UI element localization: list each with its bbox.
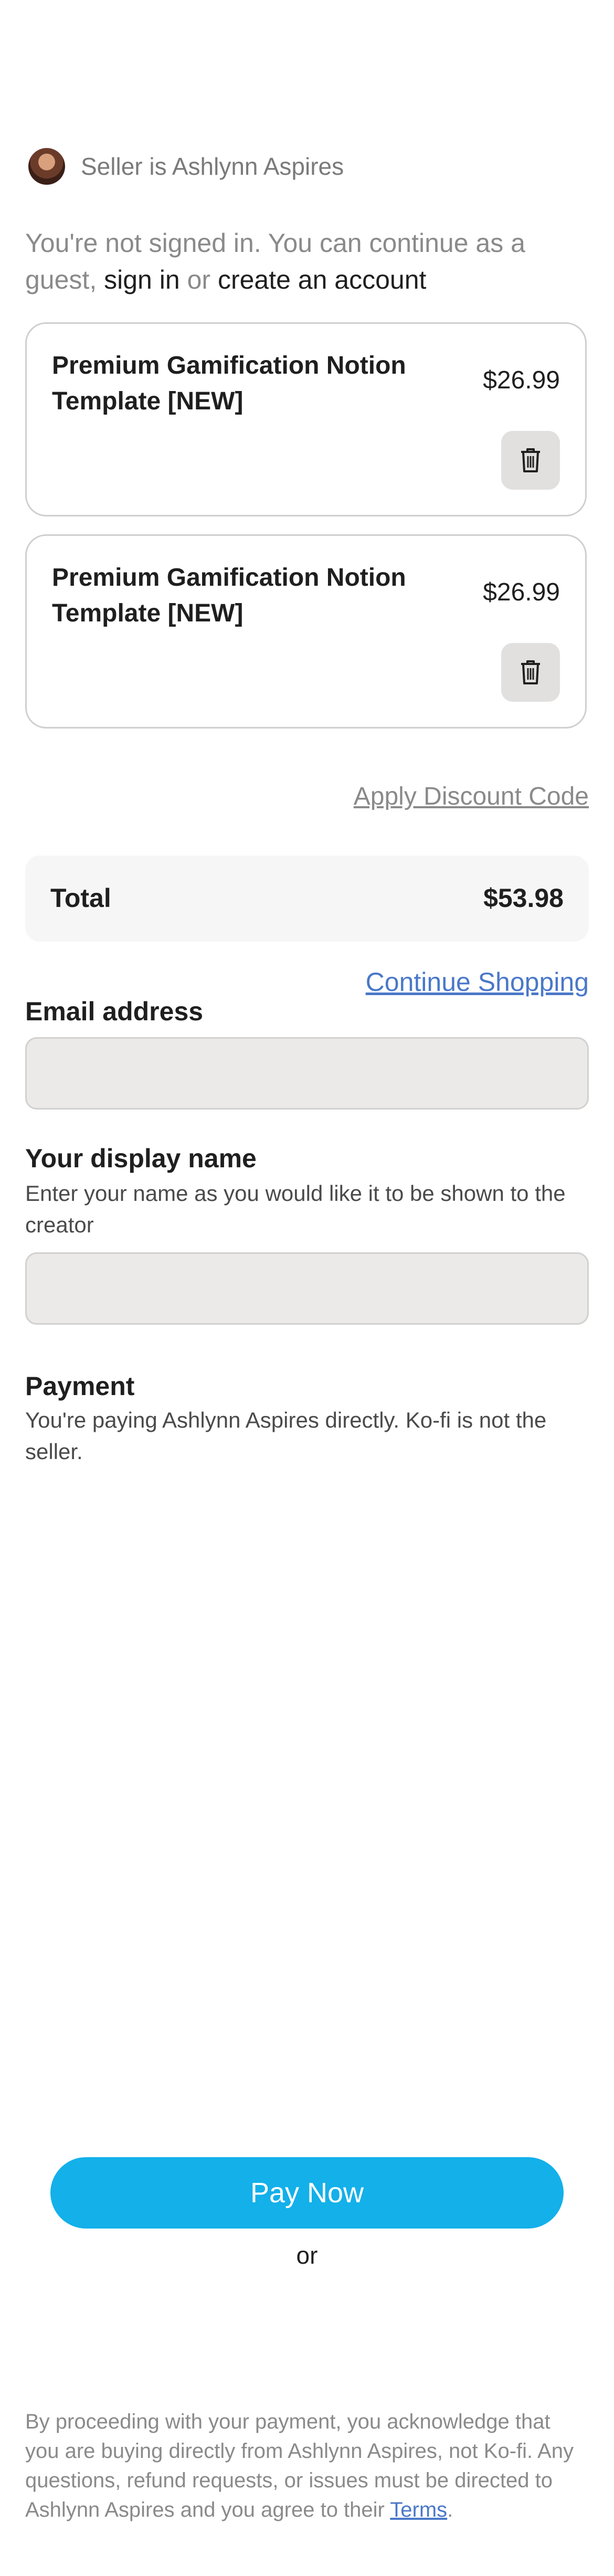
remove-item-button[interactable] xyxy=(501,643,560,702)
trash-icon xyxy=(521,448,540,472)
seller-name: Seller is Ashlynn Aspires xyxy=(81,153,344,180)
email-label: Email address xyxy=(25,997,204,1026)
trash-icon xyxy=(521,660,540,684)
legal-end: . xyxy=(447,2498,453,2521)
cart-item-title: Premium Gamification Notion Template [NE… xyxy=(52,352,406,415)
total-box: Total $53.98 xyxy=(25,856,589,942)
payment-label: Payment xyxy=(25,1371,135,1401)
cart-item-title: Premium Gamification Notion Template [NE… xyxy=(52,564,406,627)
remove-item-button[interactable] xyxy=(501,431,560,490)
legal-text: By proceeding with your payment, you ack… xyxy=(25,2410,574,2521)
terms-link[interactable]: Terms xyxy=(390,2498,447,2521)
cart-item: Premium Gamification Notion Template [NE… xyxy=(25,534,587,729)
display-name-label: Your display name xyxy=(25,1144,257,1173)
cart-item-price: $26.99 xyxy=(483,366,560,394)
or-divider: or xyxy=(296,2242,318,2269)
email-field[interactable] xyxy=(25,1037,589,1110)
total-value: $53.98 xyxy=(483,883,564,913)
signin-notice: You're not signed in. You can continue a… xyxy=(25,225,589,298)
seller-avatar[interactable] xyxy=(28,148,65,185)
payment-help: You're paying Ashlynn Aspires directly. … xyxy=(25,1408,547,1464)
signin-or: or xyxy=(187,265,211,294)
display-name-field[interactable] xyxy=(25,1252,589,1325)
display-name-help: Enter your name as you would like it to … xyxy=(25,1181,566,1237)
continue-shopping-link[interactable]: Continue Shopping xyxy=(366,967,589,997)
legal-notice: By proceeding with your payment, you ack… xyxy=(25,2407,589,2525)
sign-in-link[interactable]: sign in xyxy=(104,265,180,294)
apply-discount-link[interactable]: Apply Discount Code xyxy=(354,782,589,811)
cart-item-price: $26.99 xyxy=(483,578,560,606)
cart-item: Premium Gamification Notion Template [NE… xyxy=(25,322,587,516)
seller-info: Seller is Ashlynn Aspires xyxy=(28,148,344,185)
create-account-link[interactable]: create an account xyxy=(218,265,427,294)
pay-now-button[interactable]: Pay Now xyxy=(50,2157,564,2229)
total-label: Total xyxy=(50,883,111,913)
